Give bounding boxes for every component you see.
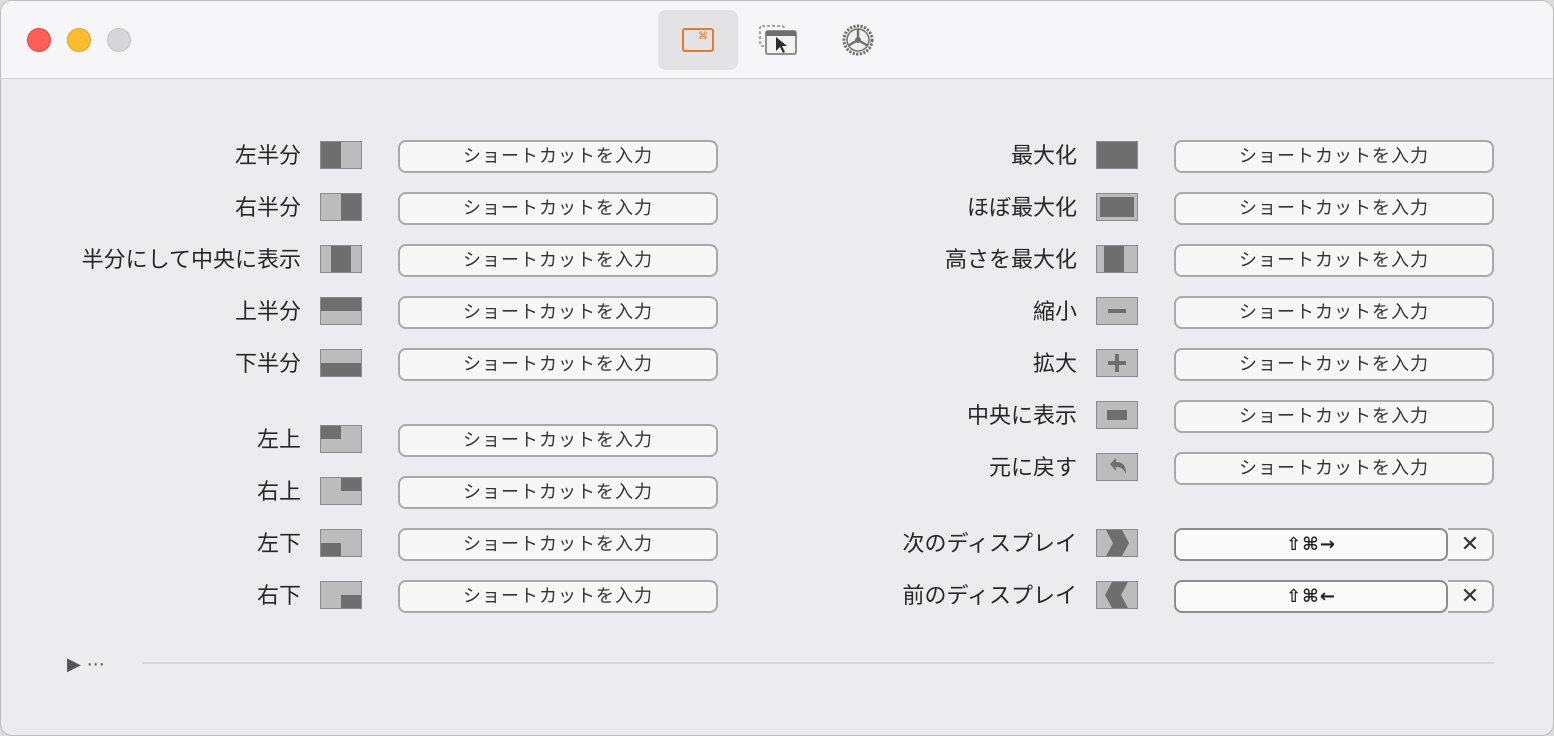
next-display-icon (1096, 529, 1138, 557)
top-right-icon (320, 477, 362, 505)
action-label: 高さを最大化 (944, 248, 1077, 273)
minus-icon (1096, 297, 1138, 325)
shortcut-input[interactable]: ショートカットを入力 (398, 476, 718, 509)
shortcut-input[interactable]: ショートカットを入力 (1174, 140, 1494, 173)
clear-shortcut-button[interactable]: ✕ (1448, 580, 1494, 613)
center-half-icon (320, 245, 362, 273)
shortcut-input[interactable]: ショートカットを入力 (1174, 400, 1494, 433)
maximize-icon (1096, 141, 1138, 169)
action-label: 左上 (256, 428, 301, 453)
title-bar: ⌘ (1, 1, 1553, 79)
action-label: 右下 (256, 584, 301, 609)
plus-icon (1096, 349, 1138, 377)
minimize-window-button[interactable] (67, 28, 91, 52)
disclosure-arrow-icon: ▶ (67, 654, 81, 675)
bottom-right-icon (320, 581, 362, 609)
shortcut-recorder-field[interactable]: ⇧⌘→ (1174, 528, 1448, 561)
top-half-icon (320, 297, 362, 325)
shortcut-recorder-field[interactable]: ⇧⌘← (1174, 580, 1448, 613)
tab-general[interactable] (818, 10, 898, 70)
shortcut-input[interactable]: ショートカットを入力 (1174, 192, 1494, 225)
action-label: 半分にして中央に表示 (81, 248, 301, 273)
almost-maximize-icon (1096, 193, 1138, 221)
action-label: 左半分 (234, 144, 301, 169)
action-label: 下半分 (234, 352, 301, 377)
action-label: ほぼ最大化 (966, 196, 1077, 221)
clear-shortcut-button[interactable]: ✕ (1448, 528, 1494, 561)
top-left-icon (320, 425, 362, 453)
action-label: 中央に表示 (966, 404, 1077, 429)
shortcut-input[interactable]: ショートカットを入力 (1174, 296, 1494, 329)
maximize-height-icon (1096, 245, 1138, 273)
shortcut-input[interactable]: ショートカットを入力 (398, 580, 718, 613)
shortcut-input[interactable]: ショートカットを入力 (398, 140, 718, 173)
bottom-left-icon (320, 529, 362, 557)
close-window-button[interactable] (27, 28, 51, 52)
center-icon (1096, 401, 1138, 429)
more-dots: ⋯ (86, 654, 105, 675)
left-half-icon (320, 141, 362, 169)
zoom-window-button[interactable] (107, 28, 131, 52)
tab-snap-areas[interactable] (738, 10, 818, 70)
keyboard-shortcuts-icon: ⌘ (682, 28, 714, 52)
shortcut-input[interactable]: ショートカットを入力 (398, 424, 718, 457)
bottom-half-icon (320, 349, 362, 377)
action-label: 左下 (256, 532, 301, 557)
shortcut-input[interactable]: ショートカットを入力 (1174, 244, 1494, 277)
action-label: 縮小 (1032, 300, 1077, 325)
action-label: 右半分 (234, 196, 301, 221)
tab-keyboard-shortcuts[interactable]: ⌘ (658, 10, 738, 70)
previous-display-icon (1096, 581, 1138, 609)
shortcut-input[interactable]: ショートカットを入力 (398, 528, 718, 561)
shortcut-input[interactable]: ショートカットを入力 (398, 244, 718, 277)
action-label: 上半分 (234, 300, 301, 325)
general-settings-icon (842, 24, 874, 56)
shortcut-input[interactable]: ショートカットを入力 (398, 296, 718, 329)
action-label: 前のディスプレイ (902, 584, 1077, 609)
restore-icon (1096, 453, 1138, 481)
shortcut-input[interactable]: ショートカットを入力 (398, 192, 718, 225)
divider (142, 662, 1494, 664)
action-label: 右上 (256, 480, 301, 505)
more-options-toggle[interactable]: ▶ ⋯ (67, 654, 105, 675)
action-label: 次のディスプレイ (902, 532, 1077, 557)
shortcut-input[interactable]: ショートカットを入力 (1174, 452, 1494, 485)
action-label: 最大化 (1010, 144, 1077, 169)
shortcut-input[interactable]: ショートカットを入力 (1174, 348, 1494, 381)
action-label: 元に戻す (988, 456, 1077, 481)
preferences-window: ⌘ 左半分 ショートカットを入力 右半分 ショートカットを入力 半分にして中央に表示 ショ… (0, 0, 1554, 736)
snap-area-icon (759, 25, 797, 55)
shortcut-input[interactable]: ショートカットを入力 (398, 348, 718, 381)
action-label: 拡大 (1032, 352, 1077, 377)
svg-text:⌘: ⌘ (698, 31, 708, 42)
right-half-icon (320, 193, 362, 221)
